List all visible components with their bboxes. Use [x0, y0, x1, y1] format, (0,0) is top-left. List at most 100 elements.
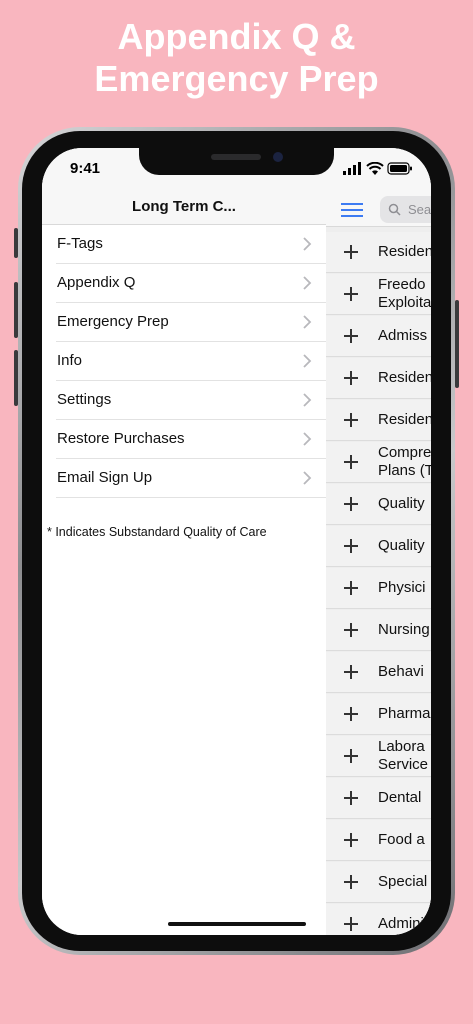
menu-title: Long Term C...: [132, 198, 236, 215]
section-row-line-1: Dental: [378, 789, 422, 806]
section-row-label: Dental: [378, 789, 421, 807]
section-row[interactable]: Labora Service: [326, 736, 431, 777]
expand-plus-icon[interactable]: [344, 413, 358, 427]
section-row-label: Quality: [378, 537, 425, 555]
section-row-line-2: Plans (T: [378, 462, 431, 479]
section-row-line-2: Service: [378, 756, 429, 773]
section-row-label: Pharma: [378, 705, 431, 723]
section-row[interactable]: Residen: [326, 358, 431, 399]
notch: [139, 148, 334, 175]
menu-item-label: Restore Purchases: [57, 430, 185, 447]
chevron-right-icon: [303, 237, 312, 251]
menu-item-label: F-Tags: [57, 235, 103, 252]
section-row-line-1: Pharma: [378, 705, 431, 722]
footnote: * Indicates Substandard Quality of Care: [47, 525, 267, 539]
menu-item-label: Info: [57, 352, 83, 369]
battery-icon: [387, 162, 412, 175]
section-row[interactable]: Admiss: [326, 316, 431, 357]
section-row-label: Compre Plans (T: [378, 444, 431, 480]
status-time: 9:41: [70, 160, 101, 177]
section-row[interactable]: Residen: [326, 232, 431, 273]
marketing-headline: Appendix Q & Emergency Prep: [0, 16, 473, 100]
search-input[interactable]: Sea: [380, 196, 431, 223]
section-row-label: Residen: [378, 369, 431, 387]
section-row-line-1: Quality: [378, 537, 425, 554]
menu-item-settings[interactable]: Settings: [56, 381, 326, 420]
section-row[interactable]: Physici: [326, 568, 431, 609]
section-row-line-1: Admini: [378, 915, 424, 932]
section-row-label: Food a: [378, 831, 425, 849]
expand-plus-icon[interactable]: [344, 707, 358, 721]
headline-line-2: Emergency Prep: [94, 58, 379, 99]
menu-item-label: Appendix Q: [57, 274, 136, 291]
section-row-line-1: Residen: [378, 243, 431, 260]
signal-icon: [343, 162, 361, 175]
section-row[interactable]: Food a: [326, 820, 431, 861]
expand-plus-icon[interactable]: [344, 749, 358, 763]
section-row-line-1: Nursing: [378, 621, 430, 638]
section-row[interactable]: Admini: [326, 904, 431, 935]
section-row[interactable]: Behavi: [326, 652, 431, 693]
expand-plus-icon[interactable]: [344, 917, 358, 931]
section-row-label: Labora Service: [378, 738, 428, 774]
menu-item-appendix-q[interactable]: Appendix Q: [56, 264, 326, 303]
section-row[interactable]: Freedo Exploita: [326, 274, 431, 315]
expand-plus-icon[interactable]: [344, 497, 358, 511]
expand-plus-icon[interactable]: [344, 245, 358, 259]
menu-list: F-Tags Appendix Q Emergency Prep Info Se…: [42, 225, 326, 498]
expand-plus-icon[interactable]: [344, 833, 358, 847]
section-row[interactable]: Residen: [326, 400, 431, 441]
expand-plus-icon[interactable]: [344, 455, 358, 469]
section-row-line-1: Special: [378, 873, 428, 890]
section-row[interactable]: Dental: [326, 778, 431, 819]
status-icons: [343, 161, 413, 176]
section-list: Residen Freedo Exploita Admiss Residen Reside…: [326, 232, 431, 935]
main-content-pane[interactable]: Sea Residen Freedo Exploita Admiss Residen Re…: [326, 148, 431, 935]
chevron-right-icon: [303, 276, 312, 290]
section-row-line-1: Quality: [378, 495, 425, 512]
menu-item-restore-purchases[interactable]: Restore Purchases: [56, 420, 326, 459]
main-header: Sea: [326, 148, 431, 227]
hamburger-menu-icon[interactable]: [341, 203, 363, 217]
section-row[interactable]: Special: [326, 862, 431, 903]
expand-plus-icon[interactable]: [344, 581, 358, 595]
menu-item-f-tags[interactable]: F-Tags: [56, 225, 326, 264]
expand-plus-icon[interactable]: [344, 539, 358, 553]
chevron-right-icon: [303, 315, 312, 329]
expand-plus-icon[interactable]: [344, 329, 358, 343]
headline-line-1: Appendix Q &: [117, 16, 356, 57]
section-row-line-1: Freedo: [378, 276, 426, 293]
section-row-line-1: Labora: [378, 738, 425, 755]
section-row-line-1: Residen: [378, 369, 431, 386]
expand-plus-icon[interactable]: [344, 875, 358, 889]
wifi-icon: [366, 161, 384, 175]
expand-plus-icon[interactable]: [344, 791, 358, 805]
section-row-line-1: Residen: [378, 411, 431, 428]
section-row[interactable]: Quality: [326, 484, 431, 525]
section-row-label: Special: [378, 873, 427, 891]
section-row-label: Behavi: [378, 663, 424, 681]
section-row-line-1: Food a: [378, 831, 425, 848]
expand-plus-icon[interactable]: [344, 623, 358, 637]
section-row[interactable]: Quality: [326, 526, 431, 567]
menu-item-info[interactable]: Info: [56, 342, 326, 381]
section-row[interactable]: Compre Plans (T: [326, 442, 431, 483]
section-row-line-1: Physici: [378, 579, 426, 596]
section-row-label: Residen: [378, 243, 431, 261]
expand-plus-icon[interactable]: [344, 287, 358, 301]
menu-item-email-sign-up[interactable]: Email Sign Up: [56, 459, 326, 498]
section-row-label: Freedo Exploita: [378, 276, 431, 312]
expand-plus-icon[interactable]: [344, 665, 358, 679]
expand-plus-icon[interactable]: [344, 371, 358, 385]
chevron-right-icon: [303, 471, 312, 485]
home-indicator: [168, 922, 306, 926]
section-row-label: Admiss: [378, 327, 427, 345]
section-row[interactable]: Nursing: [326, 610, 431, 651]
section-row[interactable]: Pharma: [326, 694, 431, 735]
section-row-label: Physici: [378, 579, 426, 597]
search-icon: [388, 203, 401, 216]
section-row-line-1: Admiss: [378, 327, 428, 344]
section-row-label: Residen: [378, 411, 431, 429]
menu-item-emergency-prep[interactable]: Emergency Prep: [56, 303, 326, 342]
section-row-label: Quality: [378, 495, 425, 513]
